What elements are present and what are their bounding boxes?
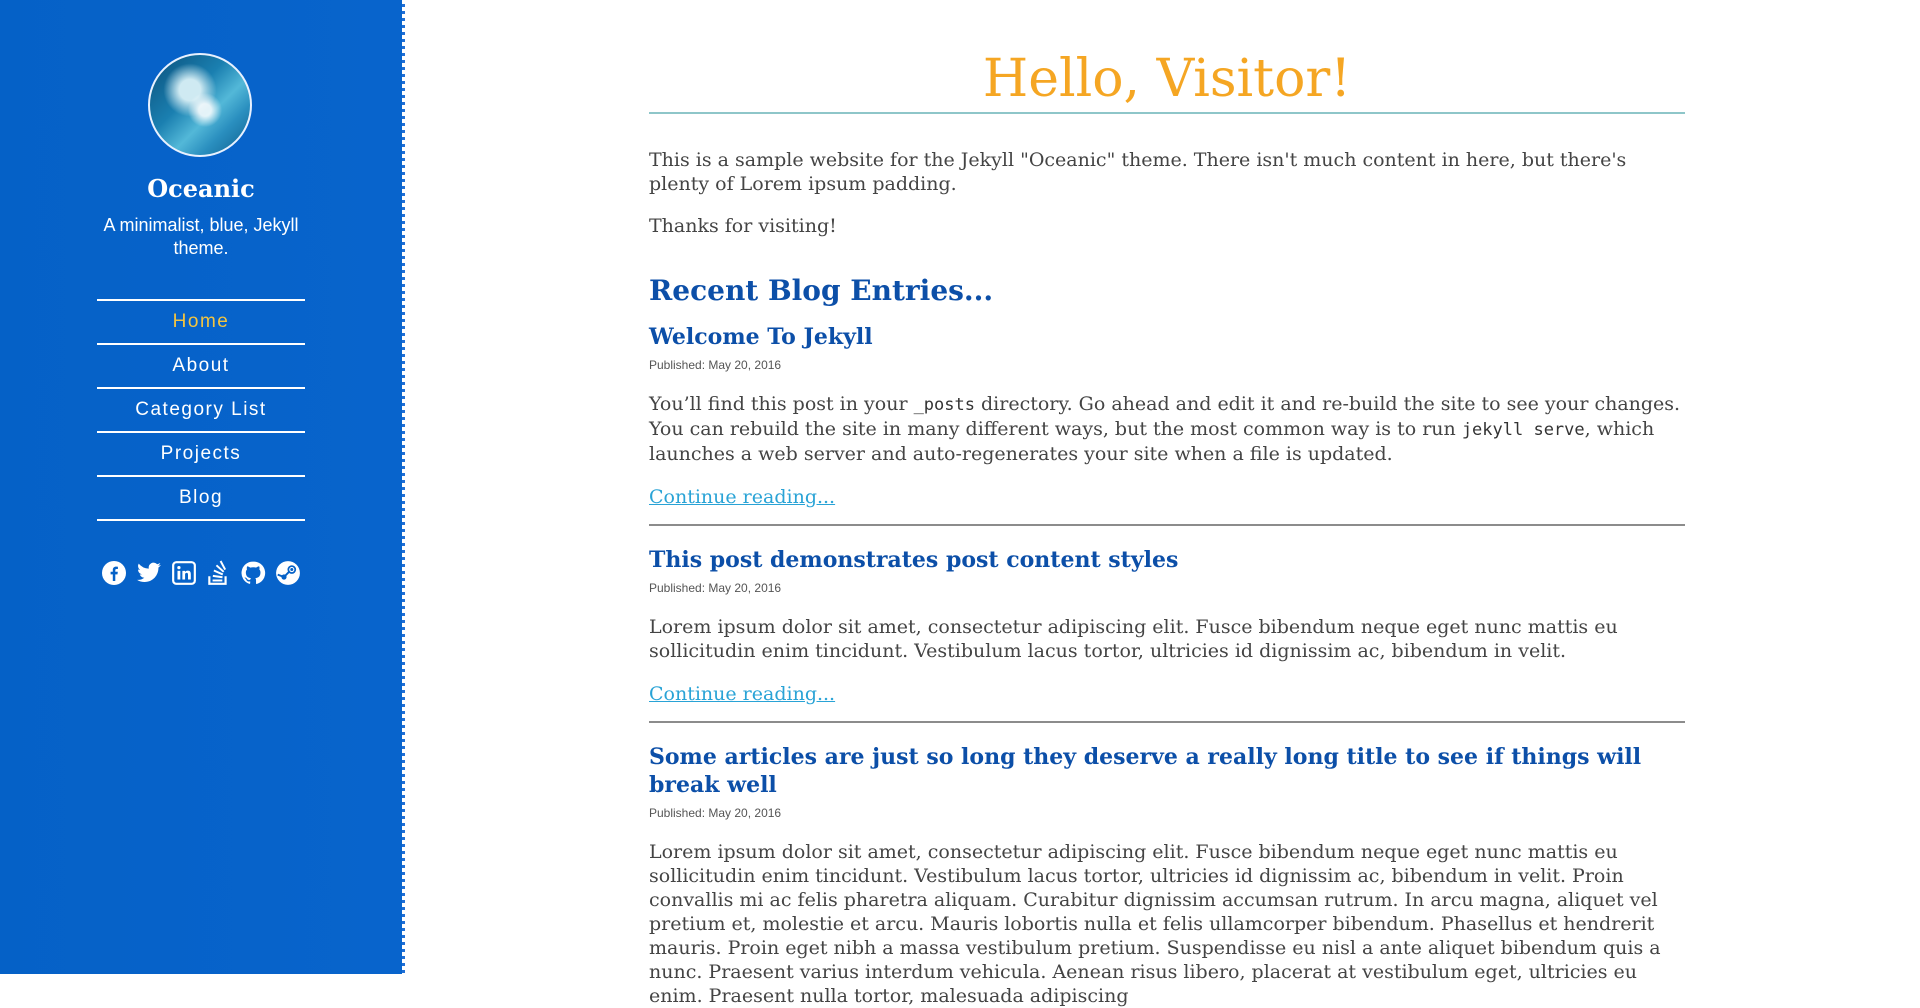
excerpt-text: You’ll find this post in your xyxy=(649,393,914,415)
social-links xyxy=(101,560,301,586)
nav-item-category-list[interactable]: Category List xyxy=(97,389,305,433)
post-excerpt: Lorem ipsum dolor sit amet, consectetur … xyxy=(649,616,1618,662)
post-excerpt: Lorem ipsum dolor sit amet, consectetur … xyxy=(649,841,1661,1007)
steam-icon[interactable] xyxy=(275,560,301,586)
post-title[interactable]: Welcome To Jekyll xyxy=(649,323,1685,351)
inline-code: _posts xyxy=(913,395,975,415)
inline-code: jekyll serve xyxy=(1461,420,1585,440)
post-divider xyxy=(649,721,1685,723)
continue-reading-link[interactable]: Continue reading... xyxy=(649,486,835,508)
page-heading: Hello, Visitor! xyxy=(982,49,1352,109)
twitter-icon[interactable] xyxy=(136,560,162,586)
intro-paragraph: This is a sample website for the Jekyll … xyxy=(649,149,1627,195)
post-title[interactable]: Some articles are just so long they dese… xyxy=(649,743,1685,799)
recent-entries-heading: Recent Blog Entries... xyxy=(649,274,994,307)
post-item: Welcome To Jekyll Published: May 20, 201… xyxy=(649,323,1685,526)
main-content: Hello, Visitor! This is a sample website… xyxy=(649,0,1685,1008)
nav-item-projects[interactable]: Projects xyxy=(97,433,305,477)
post-date: Published: May 20, 2016 xyxy=(649,581,782,595)
nav-item-about[interactable]: About xyxy=(97,345,305,389)
site-title[interactable]: Oceanic xyxy=(0,174,402,203)
nav-item-home[interactable]: Home xyxy=(97,301,305,345)
facebook-icon[interactable] xyxy=(101,560,127,586)
thanks-paragraph: Thanks for visiting! xyxy=(649,215,837,237)
site-tagline: A minimalist, blue, Jekyll theme. xyxy=(103,215,299,258)
avatar[interactable] xyxy=(148,53,252,157)
post-excerpt: You’ll find this post in your _posts dir… xyxy=(649,392,1685,466)
sidebar: Oceanic A minimalist, blue, Jekyll theme… xyxy=(0,0,402,974)
github-icon[interactable] xyxy=(240,560,266,586)
linkedin-icon[interactable] xyxy=(171,560,197,586)
main-nav: Home About Category List Projects Blog xyxy=(97,299,305,521)
post-item: Some articles are just so long they dese… xyxy=(649,743,1685,1008)
nav-item-blog[interactable]: Blog xyxy=(97,477,305,521)
post-divider xyxy=(649,524,1685,526)
stackoverflow-icon[interactable] xyxy=(205,560,231,586)
heading-divider xyxy=(649,112,1685,114)
post-date: Published: May 20, 2016 xyxy=(649,806,782,820)
continue-reading-link[interactable]: Continue reading... xyxy=(649,683,835,705)
post-item: This post demonstrates post content styl… xyxy=(649,546,1685,723)
post-title[interactable]: This post demonstrates post content styl… xyxy=(649,546,1685,574)
post-date: Published: May 20, 2016 xyxy=(649,358,782,372)
sidebar-dashed-border xyxy=(402,0,405,974)
